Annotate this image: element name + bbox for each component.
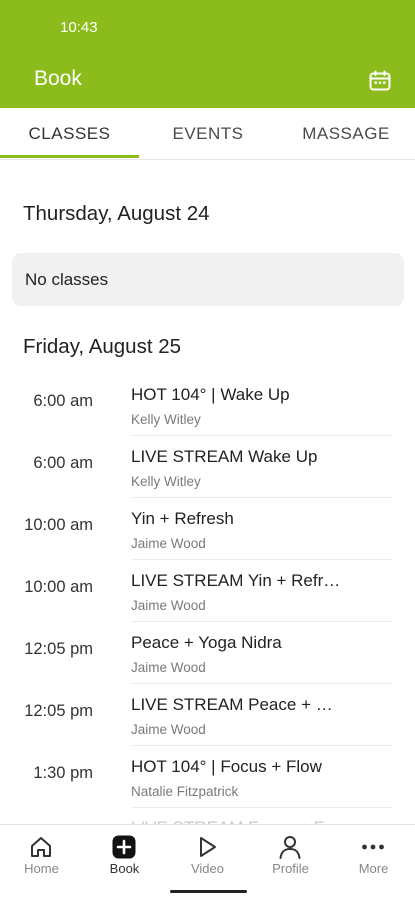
nav-book[interactable]: Book — [83, 825, 166, 885]
class-time: 6:00 am — [33, 454, 93, 472]
class-row[interactable]: 12:05 pm Peace + Yoga Nidra Jaime Wood — [0, 622, 415, 684]
class-row[interactable]: 6:00 am LIVE STREAM Wake Up Kelly Witley — [0, 436, 415, 498]
nav-label: Home — [24, 861, 59, 876]
day-heading: Thursday, August 24 — [23, 202, 210, 225]
class-time: 10:00 am — [24, 578, 93, 596]
tab-bar: CLASSES EVENTS MASSAGE — [0, 108, 415, 160]
class-instructor: Jaime Wood — [131, 722, 206, 737]
class-instructor: Jaime Wood — [131, 598, 206, 613]
class-instructor: Jaime Wood — [131, 536, 206, 551]
class-instructor: Natalie Fitzpatrick — [131, 784, 239, 799]
bottom-nav: Home Book Video Profile More — [0, 824, 415, 900]
app-bar: Book — [0, 56, 415, 108]
class-name: LIVE STREAM Wake Up — [131, 447, 318, 466]
tab-events[interactable]: EVENTS — [139, 108, 277, 160]
class-name: HOT 104° | Wake Up — [131, 385, 290, 404]
class-row[interactable]: 10:00 am LIVE STREAM Yin + Refr… Jaime W… — [0, 560, 415, 622]
play-icon — [193, 833, 221, 861]
class-row[interactable]: 10:00 am Yin + Refresh Jaime Wood — [0, 498, 415, 560]
empty-classes-card: No classes — [12, 253, 404, 306]
class-time: 1:30 pm — [33, 764, 93, 782]
nav-more[interactable]: More — [332, 825, 415, 885]
empty-classes-text: No classes — [25, 270, 109, 289]
nav-label: Video — [190, 861, 224, 876]
class-time: 12:05 pm — [24, 702, 93, 720]
status-bar: 10:43 — [0, 0, 415, 56]
nav-label: Book — [109, 861, 140, 876]
home-indicator — [170, 890, 247, 893]
class-name: LIVE STREAM Yin + Refr… — [131, 571, 341, 590]
nav-home[interactable]: Home — [0, 825, 83, 885]
plus-square-icon — [110, 833, 138, 861]
class-instructor: Kelly Witley — [131, 474, 201, 489]
nav-video[interactable]: Video — [166, 825, 249, 885]
page-title: Book — [34, 67, 82, 90]
more-dots-icon — [359, 833, 387, 861]
status-time: 10:43 — [60, 19, 98, 36]
row-divider — [131, 807, 393, 808]
class-instructor: Jaime Wood — [131, 660, 206, 675]
active-tab-indicator — [0, 155, 139, 158]
class-instructor: Kelly Witley — [131, 412, 201, 427]
class-row[interactable]: 6:00 am HOT 104° | Wake Up Kelly Witley — [0, 374, 415, 436]
class-time: 6:00 am — [33, 392, 93, 410]
day-heading: Friday, August 25 — [23, 335, 182, 358]
class-time: 10:00 am — [24, 516, 93, 534]
class-name: Peace + Yoga Nidra — [131, 633, 282, 652]
class-name: Yin + Refresh — [131, 509, 234, 528]
calendar-button[interactable] — [366, 67, 394, 95]
person-icon — [276, 833, 304, 861]
home-icon — [27, 833, 55, 861]
class-time: 12:05 pm — [24, 640, 93, 658]
class-row[interactable]: 12:05 pm LIVE STREAM Peace + … Jaime Woo… — [0, 684, 415, 746]
class-row[interactable]: 1:30 pm HOT 104° | Focus + Flow Natalie … — [0, 746, 415, 808]
nav-label: Profile — [272, 861, 309, 876]
nav-label: More — [358, 861, 389, 876]
nav-profile[interactable]: Profile — [249, 825, 332, 885]
tab-massage[interactable]: MASSAGE — [277, 108, 415, 160]
tab-classes[interactable]: CLASSES — [0, 108, 139, 160]
class-name: HOT 104° | Focus + Flow — [131, 757, 322, 776]
class-name: LIVE STREAM Peace + … — [131, 695, 333, 714]
calendar-icon — [369, 70, 391, 91]
